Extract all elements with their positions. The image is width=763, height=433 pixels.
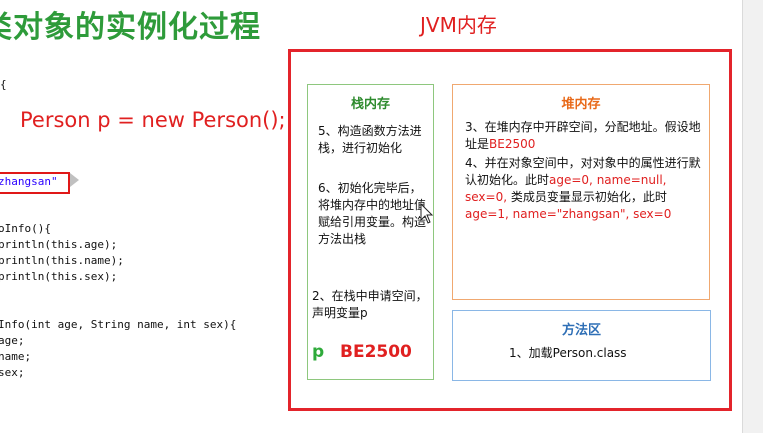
heap-title: 堆内存 — [561, 97, 601, 112]
method-area-panel: 方法区 1、加载Person.class — [452, 310, 711, 381]
code-line: age; — [0, 334, 25, 347]
scrollbar-track[interactable] — [743, 0, 763, 433]
method-area-title: 方法区 — [561, 323, 601, 338]
code-string: zhangsan" — [0, 175, 58, 188]
code-line: println(this.age); — [0, 238, 118, 251]
stack-title: 栈内存 — [350, 97, 390, 112]
heap-explicit-values: age=1, name="zhangsan", sex=0 — [465, 207, 672, 221]
code-line: { — [0, 78, 7, 91]
caret-arrow-icon — [70, 173, 79, 187]
heap-memory-panel: 堆内存 3、在堆内存中开辟空间，分配地址。假设地址是BE2500 4、并在对象空… — [452, 84, 710, 300]
code-line: sex; — [0, 366, 25, 379]
statement-text: Person p = new Person(); — [20, 108, 286, 132]
heap-step4: 4、并在对象空间中，对对象中的属性进行默认初始化。此时age=0, name=n… — [465, 155, 703, 223]
code-line: name; — [0, 350, 32, 363]
heap-address: BE2500 — [489, 137, 536, 151]
code-line: println(this.sex); — [0, 270, 118, 283]
code-line: Info(int age, String name, int sex){ — [0, 318, 237, 331]
heap-step3: 3、在堆内存中开辟空间，分配地址。假设地址是BE2500 — [465, 119, 703, 153]
stack-step2: 2、在栈中申请空间，声明变量p — [312, 289, 428, 320]
jvm-title: JVM内存 — [420, 13, 497, 37]
mouse-cursor-icon — [420, 203, 434, 224]
variable-name: p — [312, 342, 325, 362]
stack-memory-panel: 栈内存 5、构造函数方法进栈，进行初始化 6、初始化完毕后，将堆内存中的地址值赋… — [307, 84, 434, 380]
variable-address: BE2500 — [340, 342, 412, 362]
stack-step5: 5、构造函数方法进栈，进行初始化 — [318, 124, 422, 155]
slide-title: 类对象的实例化过程 — [0, 10, 261, 45]
code-line: println(this.name); — [0, 254, 124, 267]
heap-step4-text2: 类成员变量显示初始化，此时 — [507, 190, 667, 204]
code-line: oInfo(){ — [0, 222, 51, 235]
stack-step6: 6、初始化完毕后，将堆内存中的地址值赋给引用变量。构造方法出栈 — [318, 181, 427, 246]
method-area-step1: 1、加载Person.class — [509, 346, 627, 360]
